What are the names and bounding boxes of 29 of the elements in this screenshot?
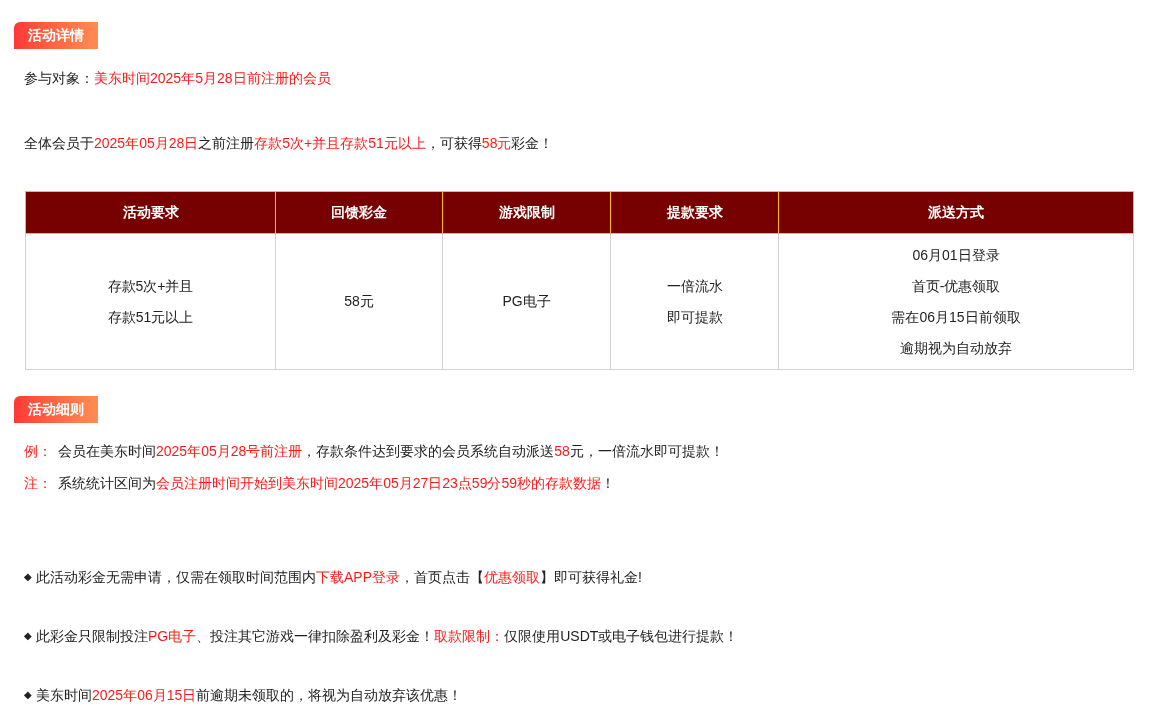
diamond-bullet: ◆ — [24, 688, 32, 702]
column-header: 回馈彩金 — [275, 191, 443, 234]
column-header: 提款要求 — [610, 191, 779, 234]
note-label: 例： — [24, 442, 53, 461]
table-cell-text: 首页-优惠领取 — [910, 276, 1002, 296]
bullet-text: 此彩金只限制投注PG电子、投注其它游戏一律扣除盈利及彩金！取款限制：仅限使用USDT或电子钱包进行提款！ — [36, 627, 739, 646]
table-cell-text: 即可提款 — [665, 307, 724, 327]
table-cell-text: 逾期视为自动放弃 — [899, 338, 1013, 358]
section-badge: 活动详情 — [14, 22, 98, 49]
column-header: 活动要求 — [25, 191, 276, 234]
column-header: 游戏限制 — [442, 191, 611, 234]
table-cell-text: 存款5次+并且 — [106, 276, 195, 296]
bullet-text: 美东时间2025年06月15日前逾期未领取的，将视为自动放弃该优惠！ — [36, 686, 463, 705]
table-cell-text: 58元 — [343, 292, 375, 311]
section-badge: 活动细则 — [14, 396, 98, 423]
audience-text: 参与对象：美东时间2025年5月28日前注册的会员 — [24, 69, 332, 88]
table-cell-text: 存款51元以上 — [106, 307, 195, 327]
summary-text: 全体会员于2025年05月28日之前注册存款5次+并且存款51元以上，可获得58元彩金！ — [24, 134, 555, 153]
note-text: 会员在美东时间2025年05月28号前注册，存款条件达到要求的会员系统自动派送58元，一倍流水即可提款！ — [58, 442, 724, 461]
table-cell-text: PG电子 — [501, 292, 552, 311]
table-cell-text: 一倍流水 — [665, 276, 724, 296]
diamond-bullet: ◆ — [24, 570, 32, 584]
column-header: 派送方式 — [778, 191, 1134, 234]
note-label: 注： — [24, 474, 53, 493]
bullet-text: 此活动彩金无需申请，仅需在领取时间范围内下载APP登录，首页点击【优惠领取】即可获得礼金! — [36, 568, 642, 587]
table-cell-text: 需在06月15日前领取 — [890, 307, 1022, 327]
diamond-bullet: ◆ — [24, 629, 32, 643]
note-text: 系统统计区间为会员注册时间开始到美东时间2025年05月27日23点59分59秒的存款数据！ — [58, 474, 615, 493]
table-cell-text: 06月01日登录 — [911, 245, 1001, 265]
